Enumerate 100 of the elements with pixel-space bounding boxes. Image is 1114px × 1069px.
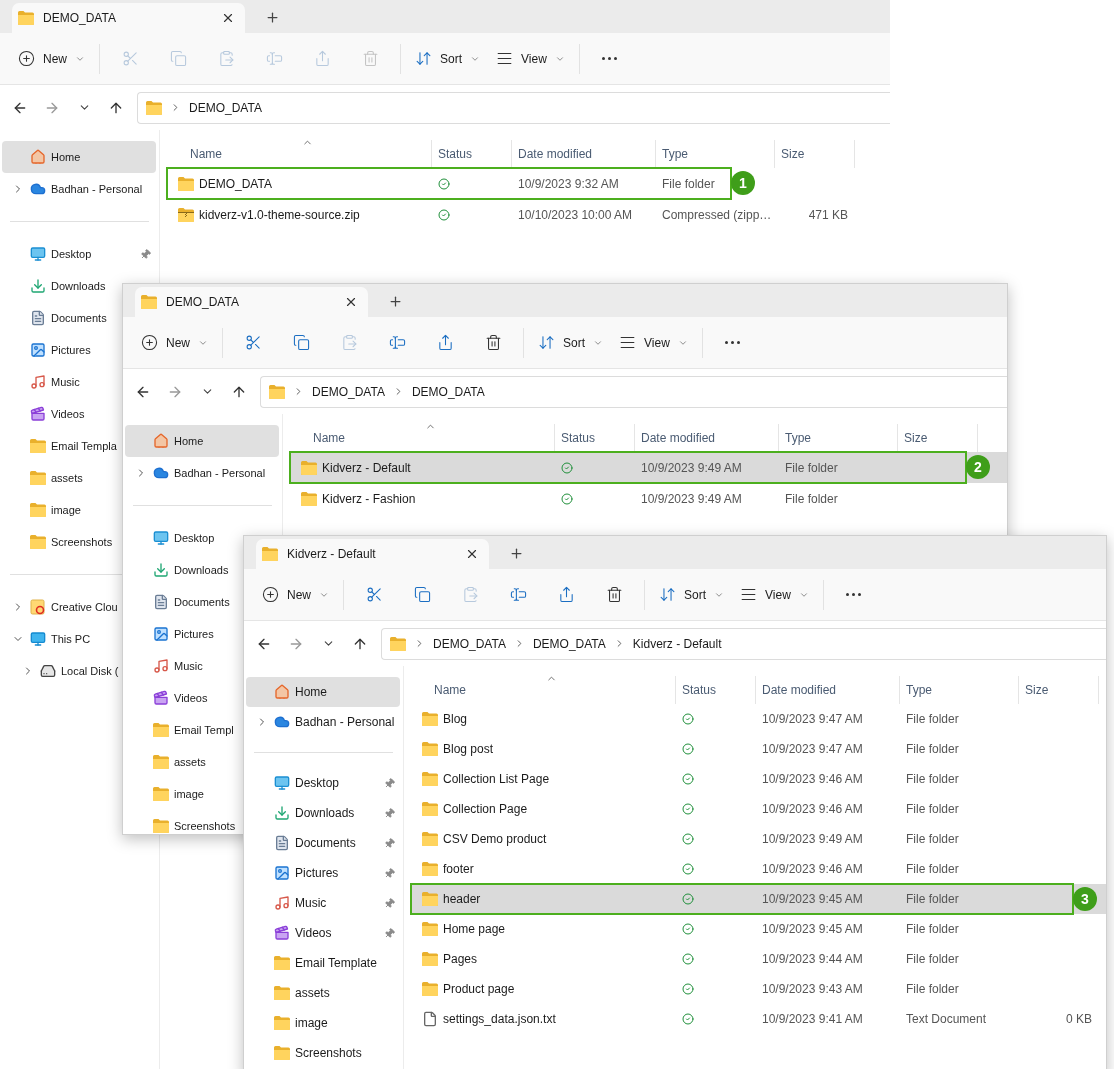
file-row[interactable]: Home page 10/9/2023 9:45 AM File folder: [411, 914, 1106, 944]
column-header[interactable]: Status: [432, 140, 512, 168]
nav-item[interactable]: Downloads: [246, 798, 400, 828]
view-button[interactable]: View: [732, 578, 817, 611]
column-header[interactable]: Type: [900, 676, 1019, 704]
nav-item[interactable]: assets: [125, 746, 208, 778]
nav-item[interactable]: Music: [125, 650, 205, 682]
nav-item[interactable]: Screenshots: [125, 810, 238, 834]
column-header[interactable]: Date modified: [512, 140, 656, 168]
nav-item[interactable]: This PC: [2, 623, 93, 655]
nav-item[interactable]: Desktop: [125, 522, 217, 554]
close-button[interactable]: [465, 547, 479, 561]
column-header[interactable]: Name: [167, 140, 432, 168]
breadcrumb-item[interactable]: DEMO_DATA: [532, 634, 606, 653]
close-button[interactable]: [344, 295, 358, 309]
breadcrumb-item[interactable]: DEMO_DATA: [411, 382, 485, 401]
nav-item[interactable]: Videos: [246, 918, 400, 948]
column-header[interactable]: Size: [775, 140, 855, 168]
column-header[interactable]: Size: [1019, 676, 1099, 704]
window-tab[interactable]: DEMO_DATA: [135, 287, 368, 317]
nav-item[interactable]: Videos: [125, 682, 210, 714]
file-row[interactable]: Collection Page 10/9/2023 9:46 AM File folder: [411, 794, 1106, 824]
nav-item[interactable]: Music: [2, 366, 82, 398]
breadcrumb-item[interactable]: DEMO_DATA: [312, 382, 385, 401]
file-row[interactable]: DEMO_DATA 10/9/2023 9:32 AM File folder: [167, 168, 727, 199]
home-icon: [30, 149, 46, 165]
column-header[interactable]: Name: [290, 424, 555, 452]
nav-item[interactable]: Videos: [2, 398, 87, 430]
column-header[interactable]: Date modified: [756, 676, 900, 704]
nav-item[interactable]: Home: [246, 677, 400, 707]
address-bar[interactable]: DEMO_DATA: [137, 91, 890, 124]
new-button[interactable]: New: [254, 578, 337, 611]
nav-item[interactable]: Downloads: [2, 270, 108, 302]
nav-item[interactable]: Email Templa: [2, 430, 119, 462]
folder-icon: [178, 176, 194, 191]
column-header[interactable]: Date modified: [635, 424, 779, 452]
nav-item[interactable]: image: [125, 778, 206, 810]
file-row[interactable]: settings_data.json.txt 10/9/2023 9:41 AM Text Document 0 KB: [411, 1004, 1106, 1034]
column-header[interactable]: Status: [555, 424, 635, 452]
view-button[interactable]: View: [611, 326, 696, 359]
nav-item[interactable]: Pictures: [246, 858, 400, 888]
breadcrumb-item[interactable]: DEMO_DATA: [433, 634, 506, 653]
file-row[interactable]: footer 10/9/2023 9:46 AM File folder: [411, 854, 1106, 884]
window-tab[interactable]: DEMO_DATA: [12, 3, 245, 33]
nav-item[interactable]: Badhan - Personal: [125, 457, 268, 489]
file-row[interactable]: Kidverz - Fashion 10/9/2023 9:49 AM File folder: [290, 483, 1007, 514]
nav-item[interactable]: Documents: [2, 302, 109, 334]
column-header[interactable]: Status: [676, 676, 756, 704]
close-button[interactable]: [221, 11, 235, 25]
sort-button[interactable]: Sort: [651, 578, 733, 611]
nav-item[interactable]: assets: [246, 978, 400, 1008]
column-header[interactable]: Type: [656, 140, 775, 168]
file-row[interactable]: Pages 10/9/2023 9:44 AM File folder: [411, 944, 1106, 974]
nav-item[interactable]: Screenshots: [2, 526, 115, 558]
sort-button[interactable]: Sort: [407, 42, 489, 75]
sort-button[interactable]: Sort: [530, 326, 612, 359]
new-tab-button[interactable]: [509, 546, 524, 561]
file-row[interactable]: Product page 10/9/2023 9:43 AM File folder: [411, 974, 1106, 1004]
nav-item[interactable]: Documents: [125, 586, 232, 618]
nav-item[interactable]: image: [2, 494, 83, 526]
file-row[interactable]: Blog 10/9/2023 9:47 AM File folder: [411, 704, 1106, 734]
nav-item[interactable]: Pictures: [2, 334, 93, 366]
view-button[interactable]: View: [488, 42, 573, 75]
nav-item[interactable]: Email Templ: [125, 714, 236, 746]
nav-item[interactable]: Music: [246, 888, 400, 918]
file-row[interactable]: Collection List Page 10/9/2023 9:46 AM File folder: [411, 764, 1106, 794]
nav-item[interactable]: Documents: [246, 828, 400, 858]
nav-item[interactable]: assets: [2, 462, 85, 494]
nav-item[interactable]: Screenshots: [246, 1038, 400, 1068]
table-cell: File folder: [906, 862, 959, 876]
nav-item[interactable]: image: [246, 1008, 400, 1038]
nav-item[interactable]: Desktop: [2, 238, 156, 270]
nav-item[interactable]: Desktop: [246, 768, 400, 798]
table-cell: File folder: [906, 982, 959, 996]
new-button[interactable]: New: [10, 42, 93, 75]
table-cell: File folder: [662, 176, 715, 191]
nav-item[interactable]: Email Template: [246, 948, 400, 978]
file-row[interactable]: Blog post 10/9/2023 9:47 AM File folder: [411, 734, 1106, 764]
nav-item[interactable]: Home: [125, 425, 279, 457]
file-row[interactable]: kidverz-v1.0-theme-source.zip 10/10/2023 10:00 AM Compressed (zipp… 471 KB: [167, 199, 890, 230]
address-bar[interactable]: DEMO_DATA DEMO_DATA: [260, 375, 1007, 408]
nav-item[interactable]: Badhan - Personal: [2, 173, 145, 205]
home-icon: [274, 684, 290, 700]
new-tab-button[interactable]: [265, 10, 280, 25]
column-header[interactable]: Name: [411, 676, 676, 704]
nav-item[interactable]: Pictures: [125, 618, 216, 650]
new-button[interactable]: New: [133, 326, 216, 359]
file-row[interactable]: CSV Demo product 10/9/2023 9:49 AM File folder: [411, 824, 1106, 854]
nav-item[interactable]: Local Disk (: [2, 655, 121, 687]
address-bar[interactable]: DEMO_DATA DEMO_DATA Kidverz - Default: [381, 627, 1106, 660]
nav-item[interactable]: Creative Clou: [2, 591, 120, 623]
nav-item[interactable]: Badhan - Personal: [246, 707, 400, 737]
nav-item[interactable]: Home: [2, 141, 156, 173]
nav-item[interactable]: Downloads: [125, 554, 231, 586]
new-tab-button[interactable]: [388, 294, 403, 309]
window-tab[interactable]: Kidverz - Default: [256, 539, 489, 569]
breadcrumb-item[interactable]: DEMO_DATA: [189, 98, 262, 117]
breadcrumb-item[interactable]: Kidverz - Default: [632, 634, 722, 653]
column-header[interactable]: Type: [779, 424, 898, 452]
monitor-icon: [274, 775, 290, 791]
